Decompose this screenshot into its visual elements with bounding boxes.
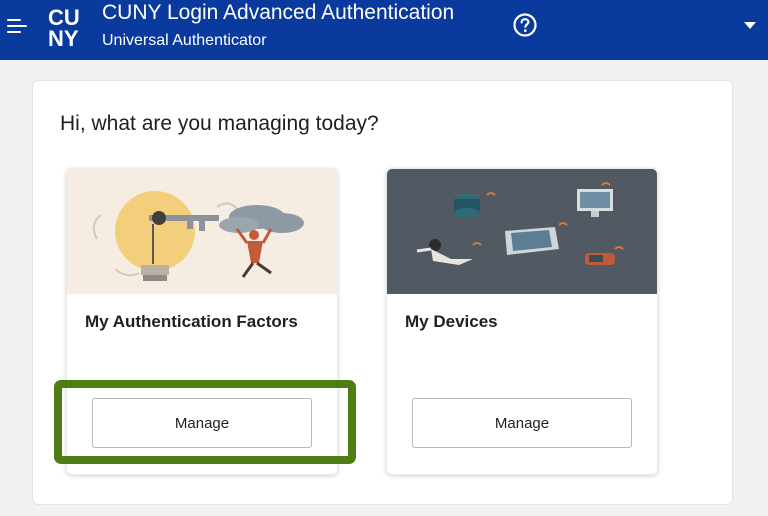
lightbulb-key-cloud-illustration [67, 169, 337, 294]
card-devices: My Devices Manage [386, 168, 658, 475]
card-title-authentication-factors: My Authentication Factors [85, 312, 298, 331]
app-subtitle: Universal Authenticator [102, 32, 267, 49]
hamburger-menu-icon[interactable] [7, 17, 27, 35]
cuny-logo: CU NY [48, 5, 80, 48]
manage-authentication-factors-button[interactable]: Manage [92, 398, 312, 448]
main-panel: Hi, what are you managing today? My Auth… [32, 80, 733, 505]
page-greeting: Hi, what are you managing today? [60, 112, 379, 135]
app-title: CUNY Login Advanced Authentication [102, 1, 455, 24]
manage-devices-button[interactable]: Manage [412, 398, 632, 448]
question-circle-icon[interactable] [512, 12, 538, 38]
connected-devices-illustration [387, 169, 657, 294]
app-header: CU NY CUNY Login Advanced Authentication… [0, 0, 768, 60]
card-authentication-factors: My Authentication Factors Manage [66, 168, 338, 475]
card-title-devices: My Devices [405, 312, 498, 331]
caret-down-icon[interactable] [743, 20, 757, 30]
svg-text:NY: NY [48, 26, 79, 48]
